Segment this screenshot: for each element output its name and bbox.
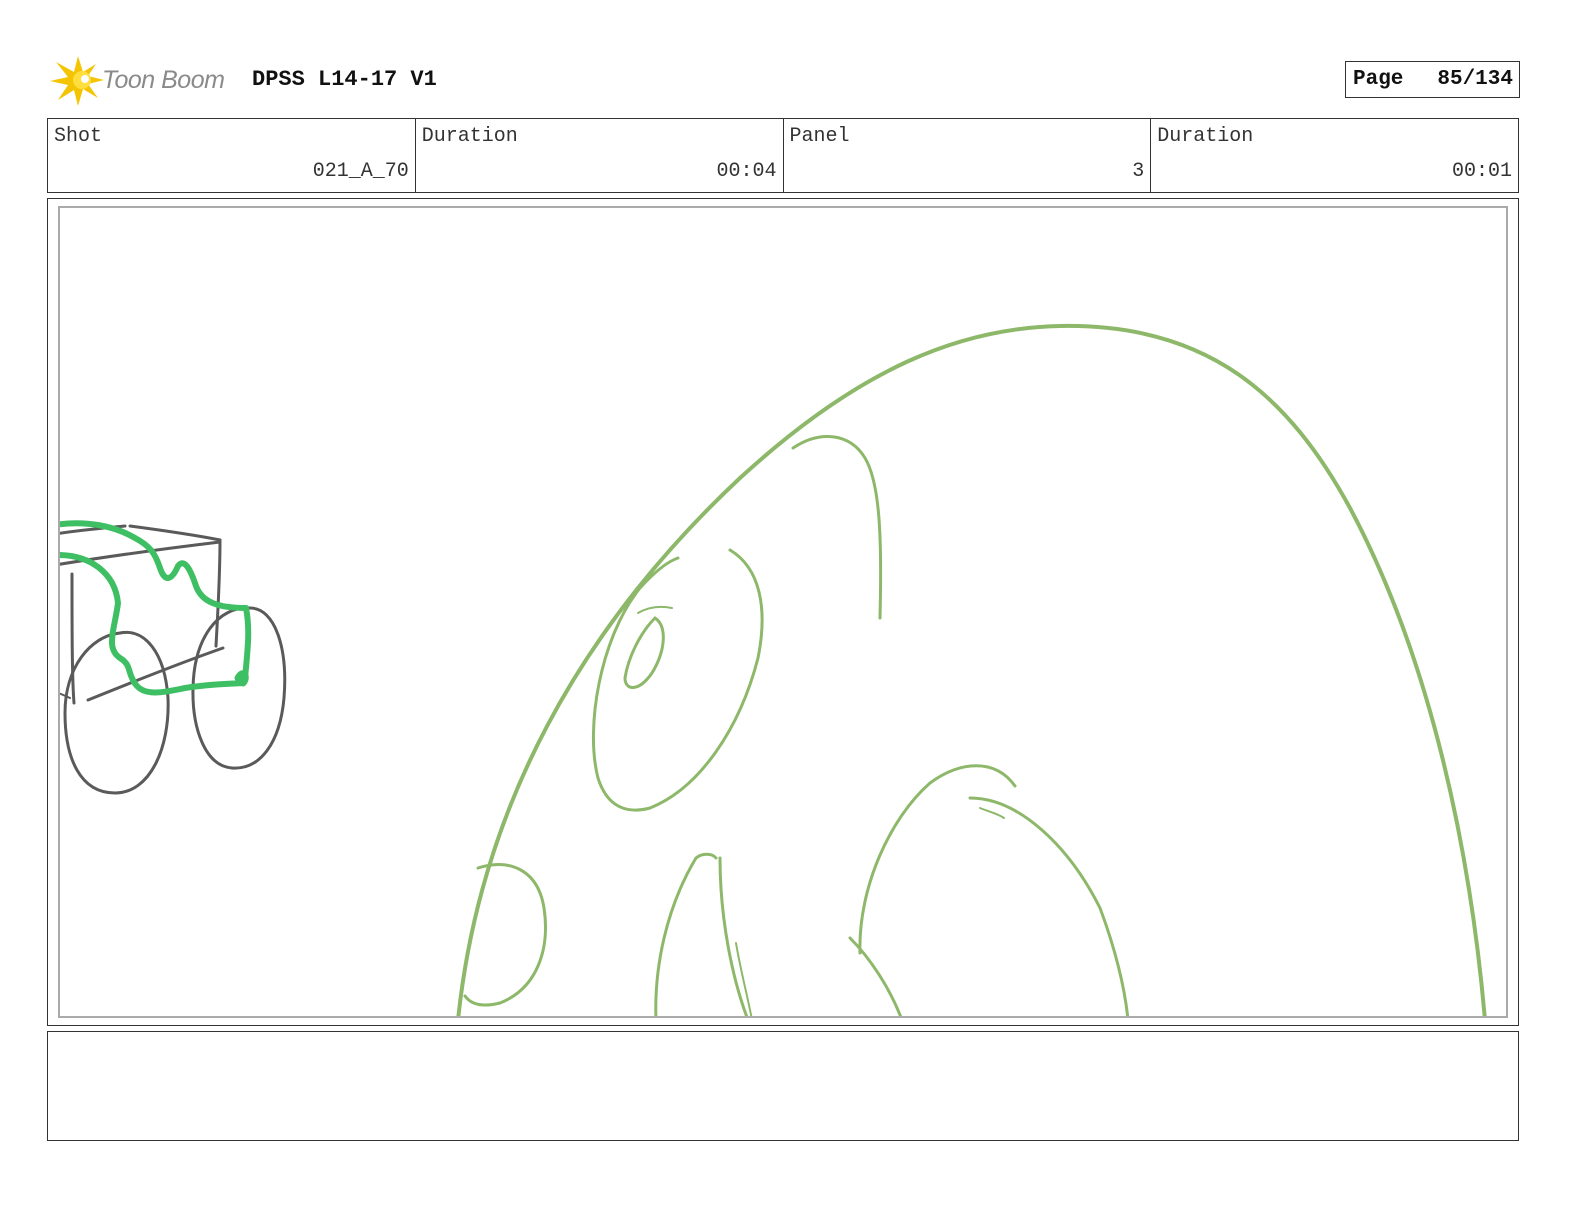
panel-duration-cell: Duration 00:01 [1150, 119, 1518, 192]
shot-duration-cell: Duration 00:04 [414, 119, 783, 192]
storyboard-panel-frame [47, 198, 1519, 1026]
page-label: Page [1353, 68, 1404, 91]
page-number: 85/134 [1437, 68, 1513, 91]
panel-notes-box [47, 1031, 1519, 1141]
panel-label: Panel [789, 125, 850, 148]
shot-value: 021_A_70 [312, 160, 409, 183]
panel-value: 3 [1132, 160, 1145, 183]
shot-duration-label: Duration [421, 125, 518, 148]
panel-duration-label: Duration [1157, 125, 1254, 148]
toon-boom-logo-icon [50, 56, 104, 106]
shot-label: Shot [54, 125, 103, 148]
brand-name: Toon Boom [102, 66, 225, 94]
brand-logo: Toon Boom [48, 52, 238, 108]
page-indicator: Page 85/134 [1345, 61, 1520, 98]
panel-duration-value: 00:01 [1451, 160, 1512, 183]
document-title: DPSS L14-17 V1 [252, 67, 437, 92]
page-header: Toon Boom DPSS L14-17 V1 Page 85/134 [48, 52, 1520, 108]
sketch-drawing [60, 323, 1487, 1016]
dome-creature-sketch [456, 323, 1487, 1016]
shot-cell: Shot 021_A_70 [48, 119, 415, 192]
panel-cell: Panel 3 [782, 119, 1151, 192]
shot-info-row: Shot 021_A_70 Duration 00:04 Panel 3 Dur… [47, 118, 1519, 193]
shot-duration-value: 00:04 [716, 160, 777, 183]
storyboard-panel-image [58, 206, 1508, 1018]
